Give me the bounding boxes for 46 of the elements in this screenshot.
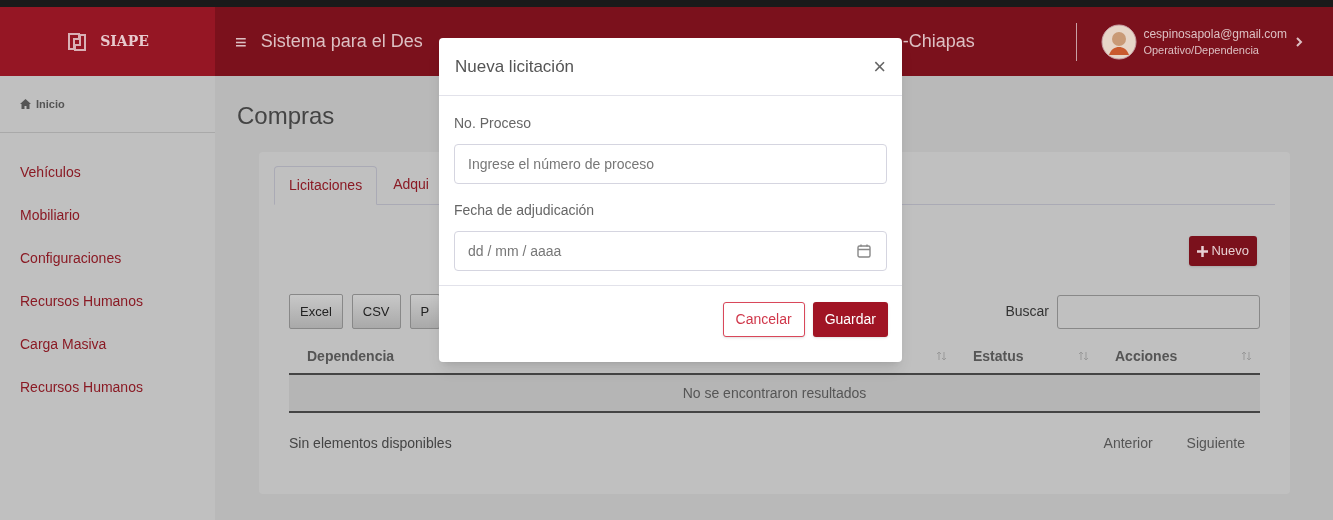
new-button[interactable]: Nuevo — [1189, 236, 1257, 266]
sidebar-item[interactable]: Configuraciones — [20, 247, 122, 269]
plus-icon — [1197, 245, 1209, 257]
sidebar-item[interactable]: Vehículos — [20, 161, 81, 183]
home-link[interactable]: Inicio — [36, 95, 65, 113]
export-button[interactable]: CSV — [351, 294, 401, 329]
field-label: No. Proceso — [454, 114, 533, 133]
system-title: -Chiapas — [902, 30, 975, 53]
field-label: Fecha de adjudicación — [454, 201, 596, 220]
sort-icon[interactable] — [1078, 351, 1089, 361]
export-button[interactable]: Excel — [289, 294, 343, 329]
sort-icon[interactable] — [1241, 351, 1252, 361]
cancel-button[interactable]: Cancelar — [722, 302, 805, 337]
sidebar-item[interactable]: Recursos Humanos — [20, 290, 143, 312]
brand-name: SIAPE — [100, 32, 149, 51]
page-title: Compras — [237, 101, 335, 131]
column-header[interactable]: Estatus — [973, 345, 1024, 367]
search-label: Buscar — [1005, 302, 1049, 321]
save-button[interactable]: Guardar — [812, 302, 888, 337]
tab[interactable]: Adqui — [377, 165, 445, 204]
sidebar-item[interactable]: Carga Masiva — [20, 333, 107, 355]
calendar-icon[interactable] — [857, 244, 871, 258]
export-button[interactable]: P — [409, 294, 441, 329]
system-title: Sistema para el Des — [260, 30, 423, 53]
avatar-icon — [1101, 23, 1138, 60]
menu-icon[interactable]: ≡ — [235, 26, 247, 57]
close-icon[interactable]: × — [873, 50, 886, 83]
table-info: Sin elementos disponibles — [289, 434, 452, 453]
column-header[interactable]: Dependencia — [307, 345, 395, 367]
next-link[interactable]: Siguiente — [1186, 433, 1245, 454]
chevron-right-icon[interactable] — [1295, 35, 1303, 48]
user-email: cespinosapola@gmail.com — [1143, 25, 1287, 42]
logo-icon — [66, 30, 89, 53]
search-field[interactable] — [1057, 294, 1260, 329]
sidebar-item[interactable]: Recursos Humanos — [20, 376, 143, 398]
modal-title: Nueva licitación — [455, 55, 575, 78]
sidebar-item[interactable]: Mobiliario — [20, 204, 80, 226]
user-role: Operativo/Dependencia — [1143, 42, 1260, 58]
home-icon — [20, 99, 31, 109]
tab[interactable]: Licitaciones — [274, 166, 378, 205]
column-header[interactable]: Acciones — [1115, 345, 1178, 367]
empty-message: No se encontraron resultados — [682, 383, 867, 403]
previous-link[interactable]: Anterior — [1103, 433, 1153, 454]
date-field[interactable]: dd / mm / aaaa — [454, 231, 887, 271]
input-field[interactable]: Ingrese el número de proceso — [454, 144, 887, 184]
sort-icon[interactable] — [936, 351, 947, 361]
